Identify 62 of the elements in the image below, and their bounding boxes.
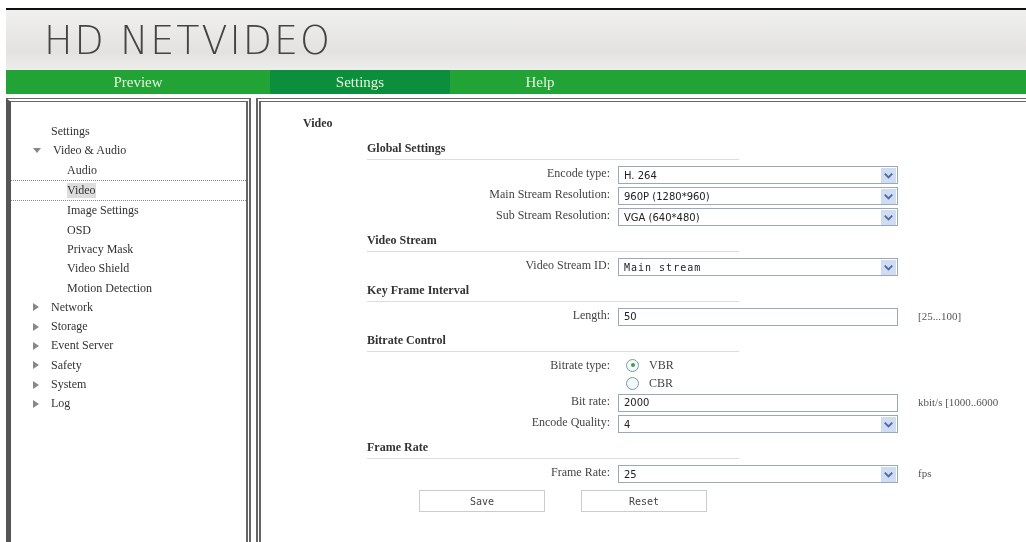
dropdown-field[interactable]: VGA (640*480)	[618, 208, 898, 226]
sidebar-item[interactable]: Safety	[51, 357, 82, 373]
nav-tab[interactable]: Settings	[270, 70, 450, 94]
sidebar-item[interactable]: Video	[67, 183, 96, 199]
chevron-down-icon	[881, 167, 896, 183]
dropdown-field[interactable]: Main stream	[618, 258, 898, 276]
triangle-icon[interactable]	[33, 341, 39, 350]
sidebar-item[interactable]: Audio	[67, 162, 97, 178]
sidebar-item[interactable]: Event Server	[51, 338, 114, 354]
dropdown-field[interactable]: 4	[618, 415, 898, 433]
sidebar-item[interactable]: Privacy Mask	[67, 241, 134, 257]
field-label: Length:	[571, 307, 611, 324]
field-label: Main Stream Resolution:	[488, 186, 611, 203]
sidebar-item[interactable]: Log	[51, 396, 71, 412]
section-title: Global Settings	[367, 141, 446, 155]
sidebar-item[interactable]: Image Settings	[67, 203, 139, 219]
field-label: Sub Stream Resolution:	[495, 207, 611, 224]
field-label: Bit rate:	[570, 393, 611, 410]
dropdown-field[interactable]: 960P (1280*960)	[618, 187, 898, 205]
field-label: Encode Quality:	[530, 414, 611, 431]
field-label: Frame Rate:	[550, 464, 611, 481]
hint-text: [25...100]	[918, 310, 962, 322]
chevron-down-icon	[881, 209, 896, 225]
radio-button[interactable]	[626, 358, 639, 372]
radio-label: CBR	[649, 375, 673, 391]
hint-text: fps	[918, 467, 932, 479]
field-label: Video Stream ID:	[524, 257, 611, 274]
dropdown-field[interactable]: H. 264	[618, 166, 898, 184]
sidebar-item[interactable]: Video Shield	[67, 261, 130, 277]
chevron-down-icon	[881, 188, 896, 204]
sidebar-item[interactable]: Video & Audio	[53, 143, 127, 159]
input-field[interactable]: 50	[618, 308, 898, 326]
page-title: Video	[303, 116, 334, 131]
field-label: Encode type:	[546, 165, 611, 182]
chevron-down-icon	[881, 416, 896, 432]
section-title: Bitrate Control	[367, 333, 446, 347]
field-label: Bitrate type:	[549, 357, 611, 374]
section-title: Key Frame Interval	[367, 283, 469, 297]
triangle-icon[interactable]	[33, 148, 41, 154]
section-title: Frame Rate	[367, 440, 428, 454]
section-title: Video Stream	[367, 233, 437, 247]
triangle-icon[interactable]	[33, 399, 39, 408]
triangle-icon[interactable]	[33, 361, 39, 370]
sidebar-item[interactable]: System	[51, 377, 87, 392]
sidebar-item[interactable]: Storage	[51, 319, 88, 335]
chevron-down-icon	[881, 259, 896, 275]
input-field[interactable]: 2000	[618, 394, 898, 412]
dropdown-field[interactable]: 25	[618, 465, 898, 483]
sidebar-item[interactable]: Motion Detection	[67, 280, 152, 296]
radio-button[interactable]	[626, 376, 639, 390]
sidebar-item[interactable]: OSD	[67, 222, 91, 238]
hint-text: kbit/s [1000..6000	[918, 396, 999, 408]
form-button[interactable]: Save	[419, 490, 545, 512]
triangle-icon[interactable]	[33, 303, 39, 312]
form-button[interactable]: Reset	[581, 490, 707, 512]
triangle-icon[interactable]	[33, 380, 39, 389]
sidebar-item[interactable]: Network	[51, 299, 93, 315]
sidebar-item[interactable]: Settings	[51, 124, 90, 140]
logo-text: HD NETVIDEO	[44, 16, 332, 64]
radio-label: VBR	[649, 357, 674, 373]
triangle-icon[interactable]	[33, 322, 39, 331]
chevron-down-icon	[881, 466, 896, 482]
